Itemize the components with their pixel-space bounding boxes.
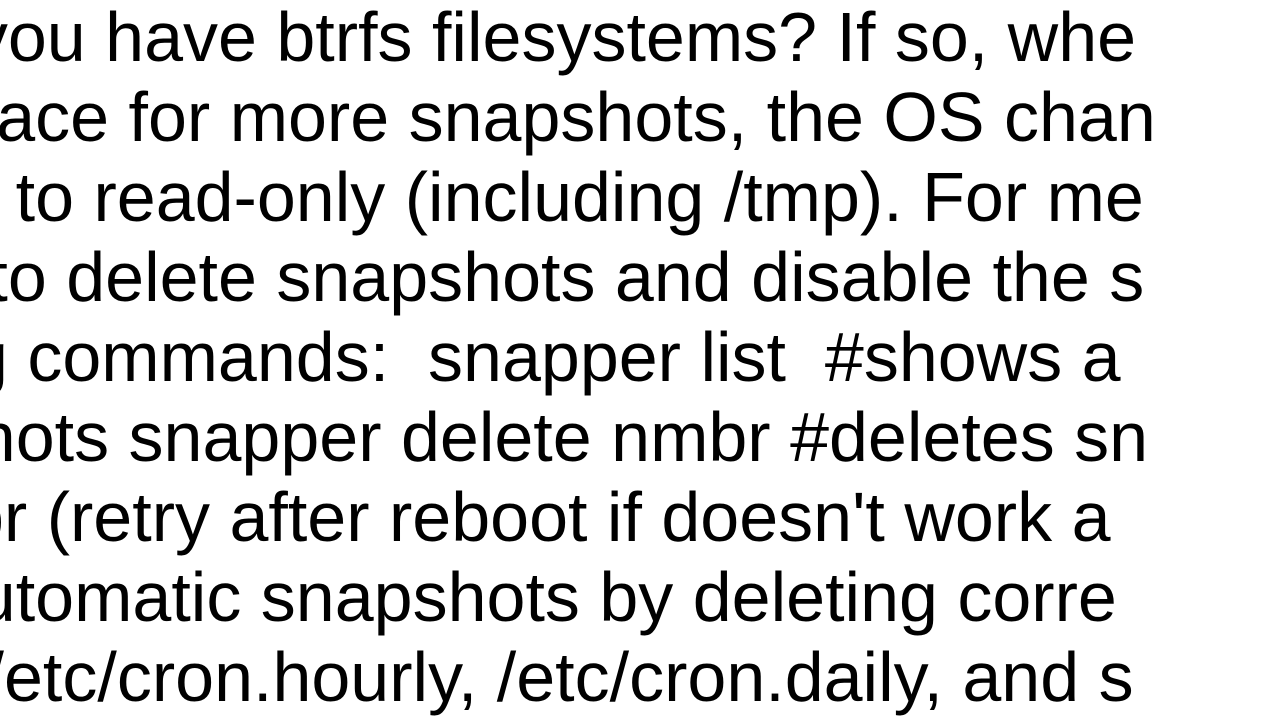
cropped-document-text: : Do you have btrfs filesystems? If so, … [0,0,1156,717]
